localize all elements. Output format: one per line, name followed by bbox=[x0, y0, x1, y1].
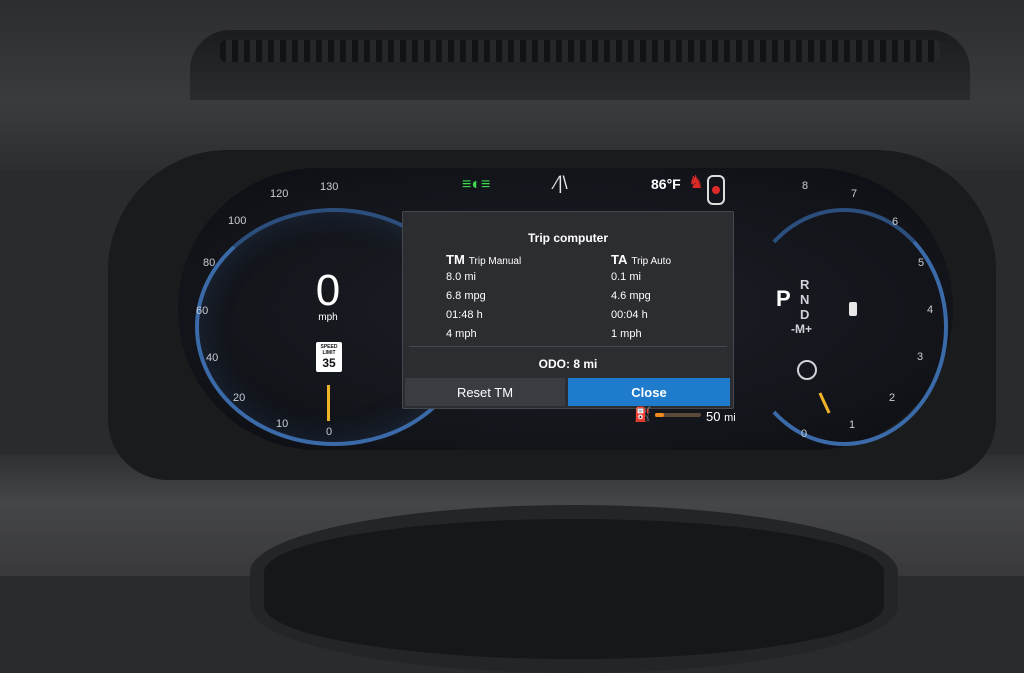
trip-auto-code: TA bbox=[611, 252, 628, 267]
road-icon: ⁄|\ bbox=[555, 173, 568, 193]
speed-tick: 40 bbox=[206, 352, 219, 364]
speed-needle bbox=[327, 385, 330, 421]
lights-icon: ≡◐≡ bbox=[462, 176, 491, 193]
tm-distance: 8.0 mi bbox=[446, 271, 476, 283]
speed-tick: 130 bbox=[320, 181, 339, 193]
gear-option: N bbox=[800, 292, 810, 307]
rpm-tick: 3 bbox=[917, 351, 924, 363]
defrost-vent bbox=[220, 40, 940, 62]
ta-consumption: 4.6 mpg bbox=[611, 290, 651, 302]
fuel-range-value: 50 bbox=[706, 409, 721, 424]
battery-icon bbox=[849, 302, 857, 316]
speed-value: 0 bbox=[315, 266, 341, 315]
steering-wheel bbox=[250, 505, 898, 673]
manual-mode: -M+ bbox=[791, 322, 812, 336]
fuel-range: 50 mi bbox=[706, 409, 736, 424]
rpm-tick: 1 bbox=[849, 419, 856, 431]
rpm-tick: 2 bbox=[889, 392, 896, 404]
ta-distance: 0.1 mi bbox=[611, 271, 641, 283]
reset-tm-button[interactable]: Reset TM bbox=[405, 378, 565, 406]
speed-tick: 10 bbox=[276, 418, 289, 430]
dialog-divider bbox=[409, 346, 727, 347]
rpm-tick: 5 bbox=[918, 257, 925, 269]
speed-tick: 100 bbox=[228, 215, 247, 227]
odometer-label: ODO: bbox=[538, 357, 570, 371]
fuel-pump-icon: ⛽ bbox=[634, 406, 652, 422]
fuel-range-unit: mi bbox=[724, 412, 736, 424]
speed-tick: 60 bbox=[196, 305, 209, 317]
speed-tick: 120 bbox=[270, 188, 289, 200]
gauge-icon bbox=[797, 360, 817, 380]
current-gear: P bbox=[776, 286, 791, 311]
speed-tick: 0 bbox=[326, 426, 333, 438]
gear-option: D bbox=[800, 307, 810, 322]
tm-consumption: 6.8 mpg bbox=[446, 290, 486, 302]
rpm-tick: 6 bbox=[892, 216, 899, 228]
door-open-indicator bbox=[712, 186, 720, 194]
odometer: ODO: 8 mi bbox=[403, 357, 733, 371]
trip-manual-label: Trip Manual bbox=[468, 256, 522, 267]
trip-computer-dialog: Trip computer TM Trip Manual 8.0 mi 6.8 m… bbox=[402, 211, 734, 409]
rpm-tick: 0 bbox=[801, 428, 808, 440]
close-button[interactable]: Close bbox=[568, 378, 730, 406]
dialog-title: Trip computer bbox=[527, 231, 608, 245]
tachometer-ring bbox=[740, 208, 948, 446]
speed-limit-sign: SPEED LIMIT 35 bbox=[316, 342, 342, 372]
outside-temperature: 86°F bbox=[651, 176, 681, 192]
rpm-tick: 7 bbox=[851, 188, 858, 200]
gear-option: R bbox=[800, 277, 810, 292]
trip-auto-header: TA Trip Auto bbox=[611, 252, 671, 267]
trip-manual-header: TM Trip Manual bbox=[446, 252, 521, 267]
seatbelt-icon: ♞ bbox=[688, 172, 705, 192]
ta-time: 00:04 h bbox=[611, 309, 648, 321]
speed-limit-value: 35 bbox=[322, 356, 336, 370]
trip-manual-code: TM bbox=[446, 252, 465, 267]
ta-avg-speed: 1 mph bbox=[611, 328, 642, 340]
tm-time: 01:48 h bbox=[446, 309, 483, 321]
fuel-level-fill bbox=[655, 413, 664, 417]
tm-avg-speed: 4 mph bbox=[446, 328, 477, 340]
speed-limit-label: SPEED LIMIT bbox=[320, 344, 338, 356]
odometer-value: 8 mi bbox=[573, 357, 598, 371]
speed-unit: mph bbox=[318, 312, 338, 323]
speed-tick: 80 bbox=[203, 257, 216, 269]
trip-auto-label: Trip Auto bbox=[631, 256, 672, 267]
rpm-tick: 8 bbox=[802, 180, 809, 192]
speed-tick: 20 bbox=[233, 392, 246, 404]
rpm-tick: 4 bbox=[927, 304, 934, 316]
